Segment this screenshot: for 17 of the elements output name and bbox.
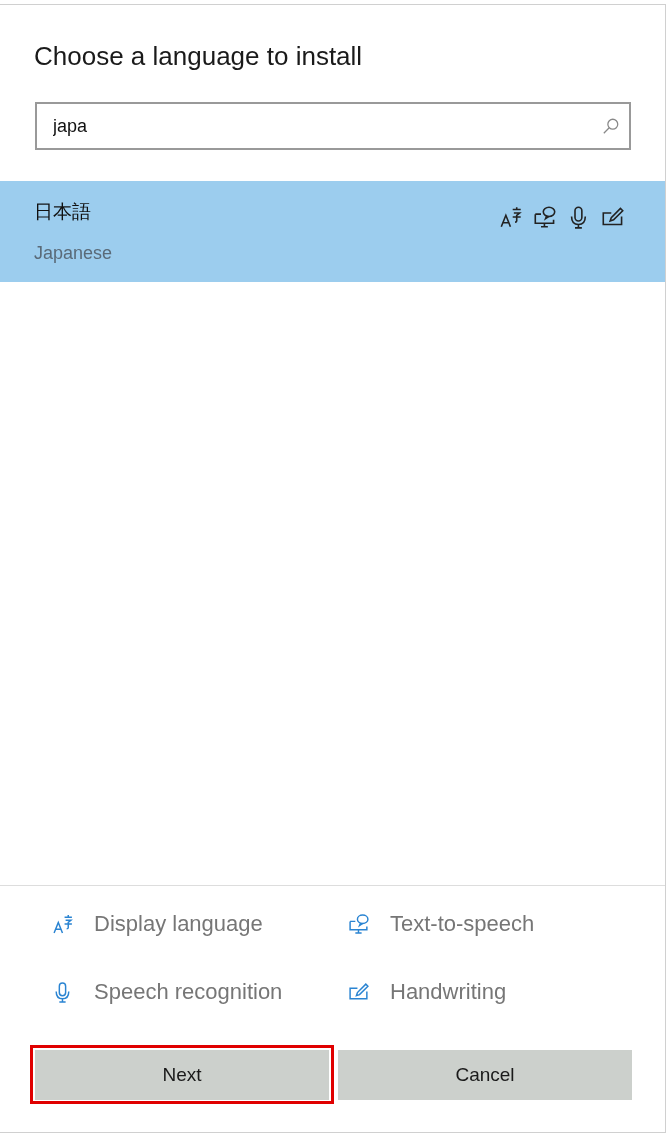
letter-glyph-icon <box>52 913 74 935</box>
native-name: 日本語 <box>34 200 92 224</box>
legend-label: Display language <box>94 911 263 937</box>
legend-label: Handwriting <box>390 979 507 1005</box>
legend-label: Speech recognition <box>94 979 283 1005</box>
language-row[interactable]: 日本語 Japanese <box>0 181 665 282</box>
pen-box-icon <box>348 981 370 1003</box>
monitor-speech-icon <box>533 205 557 229</box>
dialog-button[interactable]: Cancel <box>338 1050 632 1100</box>
search-icon <box>602 117 620 135</box>
search-field[interactable]: japa <box>35 102 631 150</box>
language-name: Japanese <box>34 243 113 264</box>
dialog-title: Choose a language to install <box>34 40 364 72</box>
monitor-speech-icon <box>348 913 370 935</box>
dialog-button[interactable]: Next <box>35 1050 329 1100</box>
legend-label: Text-to-speech <box>390 911 535 937</box>
letter-glyph-icon <box>499 205 523 229</box>
